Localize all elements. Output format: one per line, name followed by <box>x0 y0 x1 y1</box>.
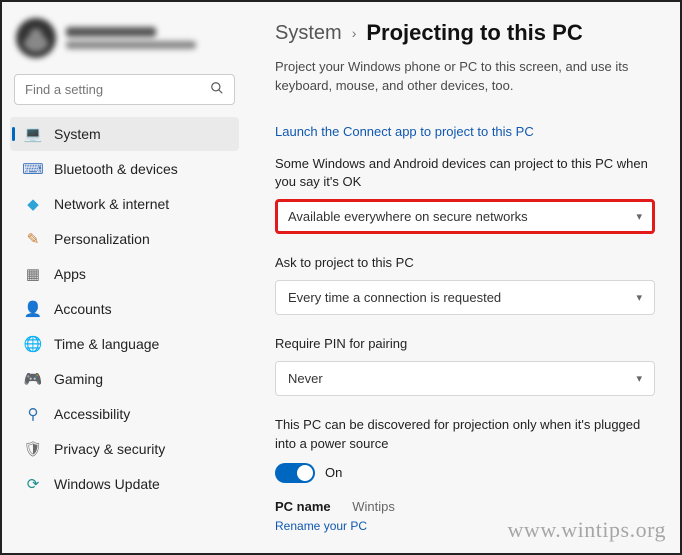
sidebar-item-update-icon: ⟳ <box>24 475 42 493</box>
search-box[interactable] <box>14 74 235 105</box>
sidebar-item-system-icon: 💻 <box>24 125 42 143</box>
sidebar-item-apps[interactable]: ▦ Apps <box>10 257 239 291</box>
pin-label: Require PIN for pairing <box>275 335 655 353</box>
sidebar-item-apps-icon: ▦ <box>24 265 42 283</box>
settings-sidebar: 💻 System ⌨ Bluetooth & devices ◆ Network & in… <box>2 2 247 553</box>
sidebar-item-gaming[interactable]: 🎮 Gaming <box>10 362 239 396</box>
launch-connect-link[interactable]: Launch the Connect app to project to thi… <box>275 124 534 139</box>
sidebar-item-accounts[interactable]: 👤 Accounts <box>10 292 239 326</box>
sidebar-item-label: Bluetooth & devices <box>54 161 178 177</box>
sidebar-item-label: Time & language <box>54 336 159 352</box>
sidebar-item-personalization-icon: ✎ <box>24 230 42 248</box>
breadcrumb: System › Projecting to this PC <box>275 20 662 46</box>
sidebar-item-label: Gaming <box>54 371 103 387</box>
sidebar-item-gaming-icon: 🎮 <box>24 370 42 388</box>
discover-label: This PC can be discovered for projection… <box>275 416 655 452</box>
sidebar-item-accounts-icon: 👤 <box>24 300 42 318</box>
sidebar-item-label: Privacy & security <box>54 441 165 457</box>
ask-label: Ask to project to this PC <box>275 254 655 272</box>
pin-dropdown[interactable]: Never ▾ <box>275 361 655 396</box>
main-content: System › Projecting to this PC Project y… <box>247 2 680 553</box>
profile-text <box>66 27 196 49</box>
search-icon <box>210 81 224 98</box>
sidebar-item-label: Network & internet <box>54 196 169 212</box>
user-profile[interactable] <box>10 12 239 70</box>
chevron-down-icon: ▾ <box>636 372 642 385</box>
pcname-value: Wintips <box>352 499 395 514</box>
sidebar-item-accessibility[interactable]: ⚲ Accessibility <box>10 397 239 431</box>
sidebar-item-update[interactable]: ⟳ Windows Update <box>10 467 239 501</box>
search-input[interactable] <box>25 82 210 97</box>
rename-pc-link[interactable]: Rename your PC <box>275 519 367 533</box>
sidebar-item-network[interactable]: ◆ Network & internet <box>10 187 239 221</box>
pcname-label: PC name <box>275 499 331 514</box>
page-description: Project your Windows phone or PC to this… <box>275 58 655 96</box>
availability-label: Some Windows and Android devices can pro… <box>275 155 655 191</box>
page-title: Projecting to this PC <box>366 20 582 46</box>
avatar <box>16 18 56 58</box>
sidebar-item-bluetooth[interactable]: ⌨ Bluetooth & devices <box>10 152 239 186</box>
sidebar-item-accessibility-icon: ⚲ <box>24 405 42 423</box>
sidebar-item-label: Windows Update <box>54 476 160 492</box>
sidebar-item-label: Accessibility <box>54 406 130 422</box>
sidebar-item-privacy[interactable]: 🛡 Privacy & security <box>10 432 239 466</box>
pin-value: Never <box>288 371 323 386</box>
sidebar-item-bluetooth-icon: ⌨ <box>24 160 42 178</box>
availability-value: Available everywhere on secure networks <box>288 209 528 224</box>
sidebar-item-label: System <box>54 126 101 142</box>
availability-dropdown[interactable]: Available everywhere on secure networks … <box>275 199 655 234</box>
sidebar-item-personalization[interactable]: ✎ Personalization <box>10 222 239 256</box>
discover-toggle[interactable] <box>275 463 315 483</box>
sidebar-item-label: Accounts <box>54 301 112 317</box>
chevron-down-icon: ▾ <box>636 210 642 223</box>
chevron-down-icon: ▾ <box>636 291 642 304</box>
sidebar-item-time[interactable]: 🌐 Time & language <box>10 327 239 361</box>
breadcrumb-parent[interactable]: System <box>275 22 342 45</box>
sidebar-item-system[interactable]: 💻 System <box>10 117 239 151</box>
sidebar-item-time-icon: 🌐 <box>24 335 42 353</box>
nav-list: 💻 System ⌨ Bluetooth & devices ◆ Network & in… <box>10 117 239 501</box>
ask-value: Every time a connection is requested <box>288 290 501 305</box>
sidebar-item-label: Apps <box>54 266 86 282</box>
sidebar-item-privacy-icon: 🛡 <box>24 440 42 458</box>
ask-dropdown[interactable]: Every time a connection is requested ▾ <box>275 280 655 315</box>
sidebar-item-network-icon: ◆ <box>24 195 42 213</box>
chevron-right-icon: › <box>352 25 357 41</box>
sidebar-item-label: Personalization <box>54 231 150 247</box>
discover-toggle-label: On <box>325 465 342 480</box>
